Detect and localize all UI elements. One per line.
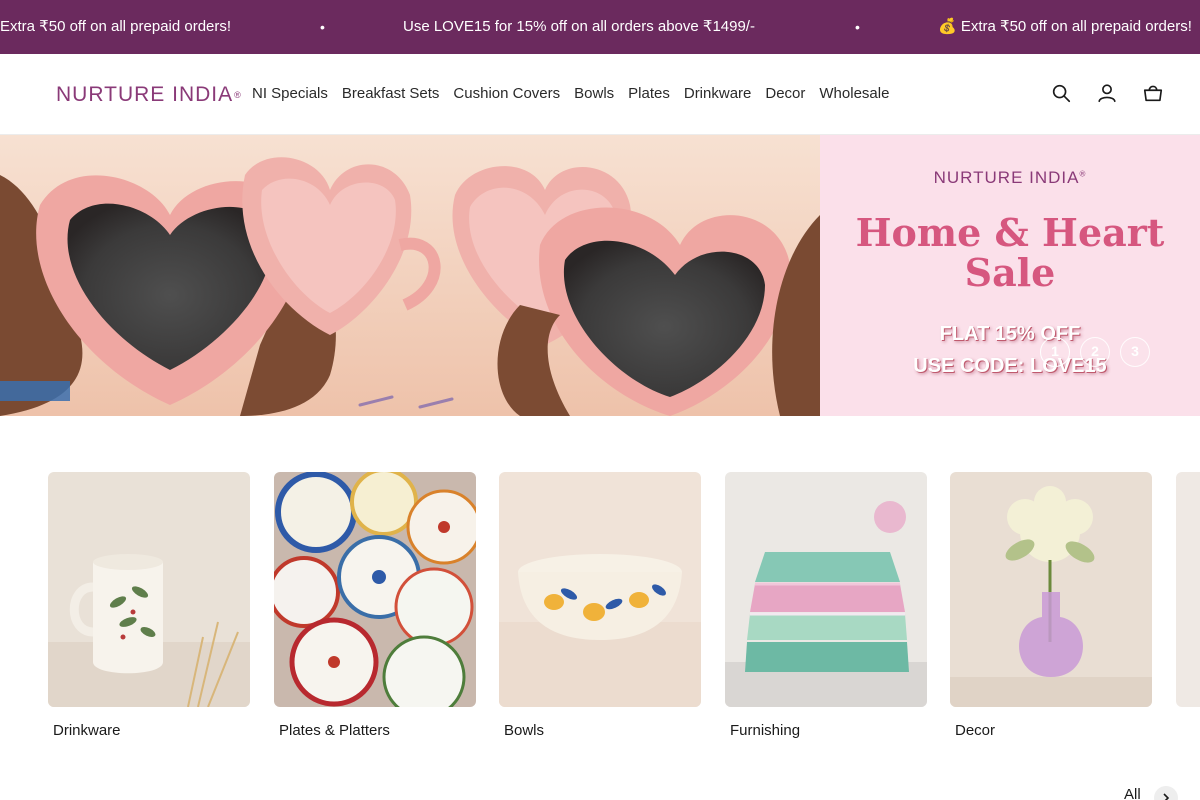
logo-text: NURTURE INDIA	[56, 83, 234, 106]
hero-photo	[0, 135, 820, 416]
hero-banner[interactable]: NURTURE INDIA® Home & Heart Sale FLAT 15…	[0, 135, 1200, 416]
logo-registered-mark: ®	[234, 90, 242, 100]
announcement-message: 💰 Extra ₹50 off on all prepaid orders!	[938, 18, 1192, 35]
category-card-furnishing[interactable]: Furnishing	[725, 472, 927, 739]
hero-promo-panel: NURTURE INDIA® Home & Heart Sale FLAT 15…	[820, 135, 1200, 416]
category-image-plates-platters	[268, 468, 482, 719]
category-label: Decor	[955, 722, 996, 739]
hero-brand: NURTURE INDIA®	[933, 168, 1087, 187]
category-image-furnishing	[725, 472, 927, 707]
nav-item-plates[interactable]: Plates	[628, 85, 670, 102]
slideshow-pagination: 1 2 3	[1040, 337, 1150, 367]
category-card-drinkware[interactable]: Drinkware	[48, 472, 250, 739]
category-label: Drinkware	[53, 722, 121, 739]
site-header: NURTURE INDIA ® NI Specials Breakfast Set…	[0, 54, 1200, 135]
category-card-decor[interactable]: Decor	[950, 472, 1152, 739]
chevron-right-icon	[1163, 793, 1170, 800]
category-carousel: Drinkware Plates & Platters Bowls Furnis…	[48, 468, 1200, 752]
category-image-decor	[950, 472, 1152, 707]
main-nav: NI Specials Breakfast Sets Cushion Cover…	[252, 85, 889, 102]
announcement-message: Use LOVE15 for 15% off on all orders abo…	[403, 18, 755, 35]
announcement-separator: •	[855, 19, 860, 35]
category-card-plates-platters[interactable]: Plates & Platters	[268, 468, 482, 739]
slide-dot-1[interactable]: 1	[1040, 337, 1070, 367]
nav-item-wholesale[interactable]: Wholesale	[819, 85, 889, 102]
category-image-drinkware	[48, 472, 250, 708]
announcement-track: Extra ₹50 off on all prepaid orders! • U…	[0, 0, 1200, 54]
header-actions	[1050, 82, 1164, 104]
announcement-message: Extra ₹50 off on all prepaid orders!	[0, 18, 232, 35]
brand-logo[interactable]: NURTURE INDIA ®	[56, 83, 242, 106]
cart-icon[interactable]	[1142, 82, 1164, 104]
hero-title: Home & Heart Sale	[855, 210, 1165, 295]
nav-item-bowls[interactable]: Bowls	[574, 85, 614, 102]
slide-dot-3[interactable]: 3	[1120, 337, 1150, 367]
nav-item-breakfast-sets[interactable]: Breakfast Sets	[342, 85, 440, 102]
slide-dot-2[interactable]: 2	[1080, 337, 1110, 367]
category-label: Furnishing	[730, 722, 801, 739]
category-label: Plates & Platters	[279, 722, 390, 739]
carousel-next-button[interactable]	[1154, 786, 1178, 800]
account-icon[interactable]	[1096, 82, 1118, 104]
announcement-separator: •	[320, 19, 325, 35]
category-label: Bowls	[504, 722, 545, 739]
nav-item-drinkware[interactable]: Drinkware	[684, 85, 752, 102]
announcement-bar: Extra ₹50 off on all prepaid orders! • U…	[0, 0, 1200, 54]
nav-item-cushion-covers[interactable]: Cushion Covers	[453, 85, 560, 102]
category-card-bowls[interactable]: Bowls	[499, 472, 701, 739]
nav-item-ni-specials[interactable]: NI Specials	[252, 85, 328, 102]
category-card-next-peek[interactable]	[1176, 472, 1200, 707]
nav-item-decor[interactable]: Decor	[765, 85, 805, 102]
view-all-link[interactable]: All	[1124, 786, 1141, 800]
search-icon[interactable]	[1050, 82, 1072, 104]
category-image-bowls	[499, 472, 701, 707]
